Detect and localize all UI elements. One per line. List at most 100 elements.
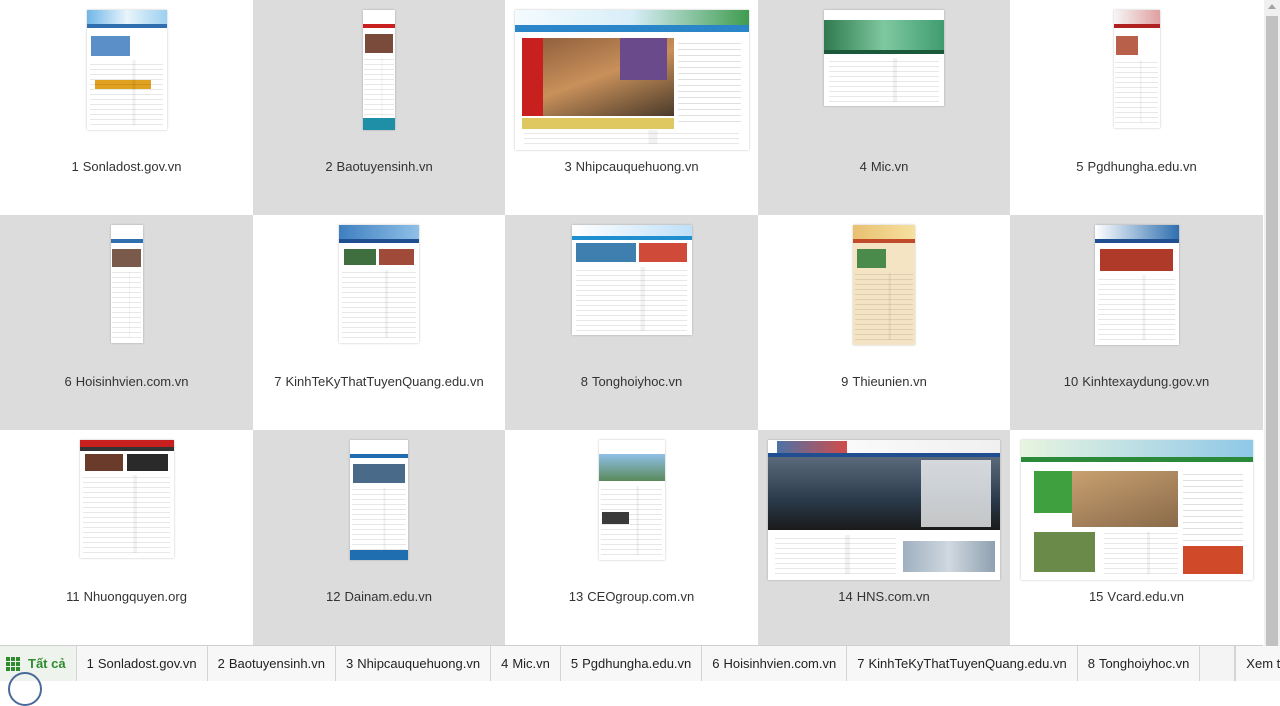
tab-label: Mic.vn [512, 656, 550, 671]
site-tile-3[interactable]: 3 Nhipcauquehuong.vn [505, 0, 758, 215]
site-number: 3 [564, 159, 572, 174]
site-name: Mic.vn [870, 159, 909, 174]
tab-site-8[interactable]: 8 Tonghoiyhoc.vn [1077, 646, 1201, 681]
site-tile-4[interactable]: 4 Mic.vn [758, 0, 1010, 215]
tab-all[interactable]: Tất cả [0, 646, 77, 681]
site-tile-11[interactable]: 11 Nhuongquyen.org [0, 430, 253, 645]
tab-number: 1 [86, 656, 94, 671]
site-thumbnail [853, 225, 915, 345]
site-number: 1 [71, 159, 79, 174]
site-thumbnail [824, 10, 944, 106]
scrollbar-thumb[interactable] [1266, 16, 1278, 650]
site-tile-14[interactable]: 14 HNS.com.vn [758, 430, 1010, 645]
site-thumbnail [79, 440, 174, 558]
site-number: 8 [580, 374, 588, 389]
site-thumbnail [598, 440, 665, 560]
tab-site-2[interactable]: 2 Baotuyensinh.vn [207, 646, 336, 681]
tab-number: 4 [501, 656, 509, 671]
site-tile-7[interactable]: 7 KinhTeKyThatTuyenQuang.edu.vn [253, 215, 505, 430]
site-thumbnail [110, 225, 143, 343]
site-caption: 15 Vcard.edu.vn [1010, 589, 1263, 604]
tab-label: Sonladost.gov.vn [97, 656, 197, 671]
site-thumbnail [1094, 225, 1179, 345]
site-tile-12[interactable]: 12 Dainam.edu.vn [253, 430, 505, 645]
thumbnail-grid: 1 Sonladost.gov.vn 2 Baotuyensinh.vn 3 Nhip… [0, 0, 1263, 645]
site-thumbnail [1113, 10, 1160, 128]
site-thumbnail [339, 225, 419, 343]
site-caption: 6 Hoisinhvien.com.vn [0, 374, 253, 389]
tab-number: 6 [712, 656, 720, 671]
scroll-up-arrow-icon[interactable] [1268, 4, 1276, 9]
site-thumbnail [571, 225, 692, 335]
vertical-scrollbar[interactable] [1264, 0, 1280, 681]
site-tile-9[interactable]: 9 Thieunien.vn [758, 215, 1010, 430]
site-tile-8[interactable]: 8 Tonghoiyhoc.vn [505, 215, 758, 430]
site-number: 6 [64, 374, 72, 389]
site-name: Baotuyensinh.vn [336, 159, 433, 174]
site-name: Nhipcauquehuong.vn [575, 159, 699, 174]
tab-site-1[interactable]: 1 Sonladost.gov.vn [76, 646, 208, 681]
site-caption: 13 CEOgroup.com.vn [505, 589, 758, 604]
site-caption: 7 KinhTeKyThatTuyenQuang.edu.vn [253, 374, 505, 389]
site-caption: 12 Dainam.edu.vn [253, 589, 505, 604]
site-thumbnail [768, 440, 1000, 580]
site-number: 14 [838, 589, 853, 604]
site-caption: 11 Nhuongquyen.org [0, 589, 253, 604]
site-name: Nhuongquyen.org [83, 589, 187, 604]
grid-icon [6, 656, 20, 671]
site-tile-10[interactable]: 10 Kinhtexaydung.gov.vn [1010, 215, 1263, 430]
tab-number: 5 [570, 656, 579, 671]
site-name: Hoisinhvien.com.vn [75, 374, 189, 389]
tab-site-4[interactable]: 4 Mic.vn [491, 646, 561, 681]
tab-label: Pgdhungha.edu.vn [582, 656, 692, 671]
tab-site-5[interactable]: 5 Pgdhungha.edu.vn [560, 646, 703, 681]
site-tile-6[interactable]: 6 Hoisinhvien.com.vn [0, 215, 253, 430]
site-number: 2 [325, 159, 333, 174]
site-caption: 3 Nhipcauquehuong.vn [505, 159, 758, 174]
site-name: Dainam.edu.vn [344, 589, 432, 604]
more-tabs-button[interactable]: Xem thêm (7) [1235, 646, 1280, 681]
tab-site-3[interactable]: 3 Nhipcauquehuong.vn [335, 646, 492, 681]
site-name: Vcard.edu.vn [1107, 589, 1185, 604]
site-name: KinhTeKyThatTuyenQuang.edu.vn [285, 374, 484, 389]
site-name: CEOgroup.com.vn [587, 589, 695, 604]
tab-site-6[interactable]: 6 Hoisinhvien.com.vn [702, 646, 848, 681]
tab-number: 7 [857, 656, 865, 671]
site-thumbnail [1020, 440, 1253, 580]
site-tile-15[interactable]: 15 Vcard.edu.vn [1010, 430, 1263, 645]
site-caption: 5 Pgdhungha.edu.vn [1010, 159, 1263, 174]
site-number: 10 [1063, 374, 1079, 389]
site-thumbnail [350, 440, 408, 560]
site-name: Tonghoiyhoc.vn [591, 374, 683, 389]
site-caption: 1 Sonladost.gov.vn [0, 159, 253, 174]
site-tile-13[interactable]: 13 CEOgroup.com.vn [505, 430, 758, 645]
site-number: 12 [326, 589, 341, 604]
tab-spacer [1200, 646, 1236, 681]
site-tab-bar: Tất cả 1 Sonladost.gov.vn 2 Baotuyensinh.v… [0, 645, 1280, 681]
more-tabs-label: Xem thêm (7) [1246, 656, 1280, 671]
site-name: Kinhtexaydung.gov.vn [1082, 374, 1210, 389]
site-caption: 14 HNS.com.vn [758, 589, 1010, 604]
site-number: 11 [66, 589, 80, 604]
tab-all-label: Tất cả [28, 656, 66, 671]
site-tile-1[interactable]: 1 Sonladost.gov.vn [0, 0, 253, 215]
tab-number: 8 [1087, 656, 1095, 671]
site-number: 13 [568, 589, 584, 604]
site-caption: 8 Tonghoiyhoc.vn [505, 374, 758, 389]
site-tile-5[interactable]: 5 Pgdhungha.edu.vn [1010, 0, 1263, 215]
site-name: HNS.com.vn [856, 589, 930, 604]
site-name: Sonladost.gov.vn [82, 159, 182, 174]
site-name: Thieunien.vn [852, 374, 927, 389]
site-thumbnail [514, 10, 749, 150]
site-caption: 2 Baotuyensinh.vn [253, 159, 505, 174]
site-name: Pgdhungha.edu.vn [1087, 159, 1197, 174]
tab-site-7[interactable]: 7 KinhTeKyThatTuyenQuang.edu.vn [847, 646, 1078, 681]
site-number: 5 [1076, 159, 1084, 174]
site-caption: 10 Kinhtexaydung.gov.vn [1010, 374, 1263, 389]
tab-label: Baotuyensinh.vn [228, 656, 325, 671]
site-number: 4 [859, 159, 867, 174]
site-number: 7 [274, 374, 282, 389]
site-tile-2[interactable]: 2 Baotuyensinh.vn [253, 0, 505, 215]
site-thumbnail [363, 10, 395, 130]
tab-label: KinhTeKyThatTuyenQuang.edu.vn [868, 656, 1067, 671]
